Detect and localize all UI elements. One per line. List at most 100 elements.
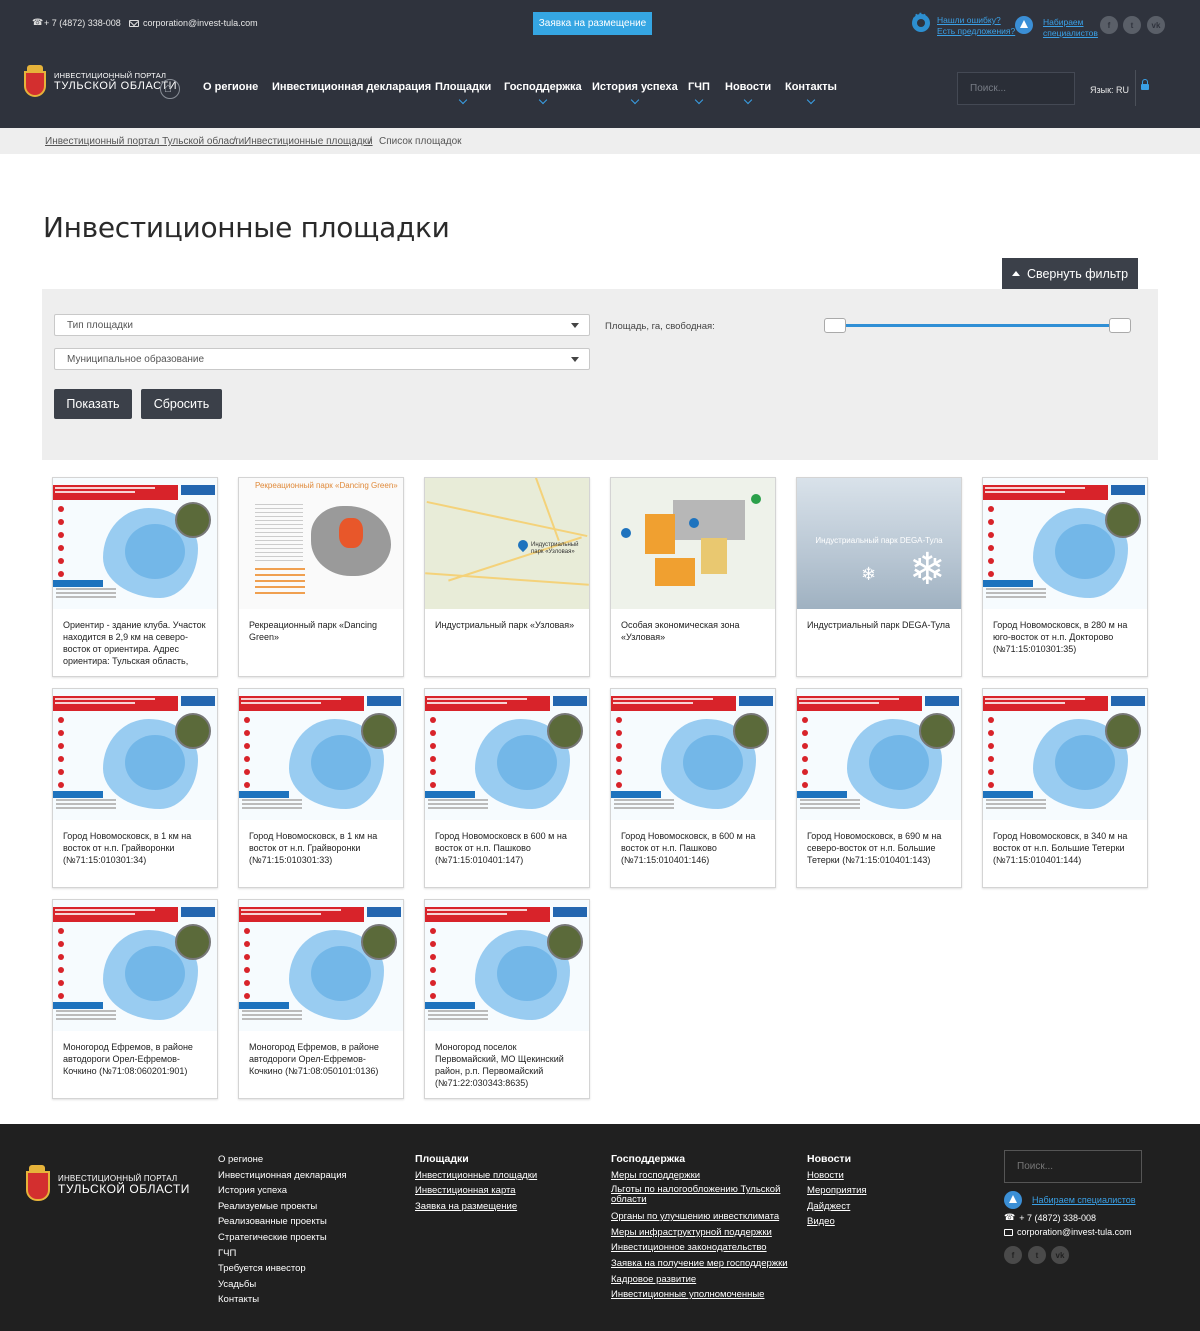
vk-icon[interactable]: vk [1147, 16, 1165, 34]
footer-link[interactable]: Усадьбы [218, 1277, 347, 1293]
facebook-icon[interactable]: f [1100, 16, 1118, 34]
site-card-title[interactable]: Город Новомосковск, в 280 м на юго-восто… [993, 619, 1139, 655]
site-card-title[interactable]: Индустриальный парк «Узловая» [435, 619, 581, 631]
caret-up-icon [1011, 271, 1020, 276]
footer-link[interactable]: Новости [807, 1168, 867, 1184]
footer-link[interactable]: Кадровое развитие [611, 1272, 791, 1288]
footer-link[interactable]: Реализуемые проекты [218, 1199, 347, 1215]
footer-link[interactable]: Инвестиционные уполномоченные [611, 1287, 791, 1303]
site-card[interactable]: Город Новомосковск, в 1 км на восток от … [52, 688, 218, 888]
footer-link[interactable]: Инвестиционная карта [415, 1183, 537, 1199]
area-slider-max-handle[interactable] [1109, 318, 1131, 333]
footer-link[interactable]: Стратегические проекты [218, 1230, 347, 1246]
site-card-title[interactable]: Ориентир - здание клуба. Участок находит… [63, 619, 209, 667]
footer-link[interactable]: Видео [807, 1214, 867, 1230]
footer-link[interactable]: Требуется инвестор [218, 1261, 347, 1277]
lock-icon[interactable] [1141, 79, 1149, 90]
footer-link[interactable]: ГЧП [218, 1246, 347, 1262]
site-card[interactable]: Город Новомосковск в 600 м на восток от … [424, 688, 590, 888]
footer-link[interactable]: Заявка на получение мер господдержки [611, 1256, 791, 1272]
footer-link[interactable]: История успеха [218, 1183, 347, 1199]
municipality-select[interactable]: Муниципальное образование [54, 348, 590, 370]
area-slider-track[interactable] [831, 324, 1121, 327]
footer-specialists-link[interactable]: Набираем специалистов [1004, 1191, 1136, 1209]
site-card-title[interactable]: Город Новомосковск, в 1 км на восток от … [249, 830, 395, 866]
site-card[interactable]: Город Новомосковск, в 1 км на восток от … [238, 688, 404, 888]
footer-link[interactable]: Заявка на размещение [415, 1199, 537, 1215]
site-map-image [983, 689, 1147, 820]
breadcrumb-sites[interactable]: Инвестиционные площадки [244, 136, 373, 147]
top-phone[interactable]: + 7 (4872) 338-008 [32, 17, 121, 29]
site-card[interactable]: Особая экономическая зона «Узловая» [610, 477, 776, 677]
site-card[interactable]: Город Новомосковск, в 280 м на юго-восто… [982, 477, 1148, 677]
site-card-title[interactable]: Особая экономическая зона «Узловая» [621, 619, 767, 643]
footer-link[interactable]: Льготы по налогообложению Тульской облас… [611, 1185, 791, 1205]
language-selector[interactable]: Язык: RU [1090, 85, 1129, 95]
nav-item-support[interactable]: Господдержка [504, 81, 582, 105]
footer-link[interactable]: Меры господдержки [611, 1168, 791, 1184]
nav-item-success[interactable]: История успеха [592, 81, 678, 105]
home-icon[interactable] [160, 79, 180, 99]
nav-item-news[interactable]: Новости [725, 81, 771, 105]
nav-item-region[interactable]: О регионе [203, 81, 258, 93]
nav-item-sites[interactable]: Площадки [435, 81, 491, 105]
footer-link[interactable]: Реализованные проекты [218, 1214, 347, 1230]
site-card[interactable]: Индустриальный парк DEGA-Тула ❄ ❄ Индустриа… [796, 477, 962, 677]
footer-link[interactable]: Мероприятия [807, 1183, 867, 1199]
footer-phone[interactable]: ☎ + 7 (4872) 338-008 [1004, 1212, 1096, 1223]
site-card-title[interactable]: Город Новомосковск, в 690 м на северо-во… [807, 830, 953, 866]
site-card-title[interactable]: Моногород Ефремов, в районе автодороги О… [63, 1041, 209, 1077]
facebook-icon[interactable]: f [1004, 1246, 1022, 1264]
site-card-title[interactable]: Город Новомосковск, в 340 м на восток от… [993, 830, 1139, 866]
show-button[interactable]: Показать [54, 389, 132, 419]
collapse-filter-button[interactable]: Свернуть фильтр [1002, 258, 1138, 289]
site-logo[interactable]: ИНВЕСТИЦИОННЫЙ ПОРТАЛ ТУЛЬСКОЙ ОБЛАСТИ [22, 64, 177, 98]
site-map-image [425, 900, 589, 1031]
specialists-link[interactable]: Набираем специалистов [1043, 17, 1098, 39]
site-card-title[interactable]: Моногород поселок Первомайский, МО Щекин… [435, 1041, 581, 1089]
apply-placement-button[interactable]: Заявка на размещение [533, 12, 652, 35]
site-card[interactable]: Индустриальный парк «Узловая» Индустриаль… [424, 477, 590, 677]
footer-link[interactable]: Меры инфраструктурной поддержки [611, 1225, 791, 1241]
vk-icon[interactable]: vk [1051, 1246, 1069, 1264]
site-card-title[interactable]: Индустриальный парк DEGA-Тула [807, 619, 953, 631]
specialists-icon[interactable] [1015, 16, 1033, 34]
footer-link[interactable]: Контакты [218, 1292, 347, 1308]
breadcrumb-home[interactable]: Инвестиционный портал Тульской области [45, 136, 244, 147]
twitter-icon[interactable]: t [1028, 1246, 1046, 1264]
footer-search-input[interactable]: Поиск... [1004, 1150, 1142, 1183]
site-card[interactable]: Рекреационный парк «Dancing Green» Рекреа… [238, 477, 404, 677]
nav-item-declaration[interactable]: Инвестиционная декларация [272, 81, 431, 93]
site-card[interactable]: Моногород Ефремов, в районе автодороги О… [238, 899, 404, 1099]
footer-link[interactable]: Инвестиционная декларация [218, 1168, 347, 1184]
reset-button[interactable]: Сбросить [141, 389, 222, 419]
footer-link[interactable]: Инвестиционные площадки [415, 1168, 537, 1184]
area-slider-min-handle[interactable] [824, 318, 846, 333]
site-card[interactable]: Город Новомосковск, в 690 м на северо-во… [796, 688, 962, 888]
site-card[interactable]: Моногород Ефремов, в районе автодороги О… [52, 899, 218, 1099]
gear-icon[interactable] [911, 9, 930, 34]
header-search-input[interactable]: Поиск... [957, 72, 1075, 105]
twitter-icon[interactable]: t [1123, 16, 1141, 34]
caret-down-icon [571, 357, 579, 362]
site-type-select[interactable]: Тип площадки [54, 314, 590, 336]
footer-logo[interactable]: ИНВЕСТИЦИОННЫЙ ПОРТАЛ ТУЛЬСКОЙ ОБЛАСТИ [22, 1164, 190, 1204]
footer-link[interactable]: Органы по улучшению инвестклимата [611, 1209, 791, 1225]
site-card[interactable]: Ориентир - здание клуба. Участок находит… [52, 477, 218, 677]
footer-link[interactable]: О регионе [218, 1152, 347, 1168]
footer-link[interactable]: Дайджест [807, 1199, 867, 1215]
nav-item-contacts[interactable]: Контакты [785, 81, 837, 105]
site-card-title[interactable]: Рекреационный парк «Dancing Green» [249, 619, 395, 643]
report-error-link[interactable]: Нашли ошибку? Есть предложения? [937, 15, 1015, 37]
top-email[interactable]: corporation@invest-tula.com [129, 18, 258, 28]
site-card-title[interactable]: Город Новомосковск в 600 м на восток от … [435, 830, 581, 866]
site-card-title[interactable]: Город Новомосковск, в 600 м на восток от… [621, 830, 767, 866]
footer-email[interactable]: corporation@invest-tula.com [1004, 1227, 1132, 1237]
nav-item-ppp[interactable]: ГЧП [688, 81, 710, 105]
site-card-title[interactable]: Моногород Ефремов, в районе автодороги О… [249, 1041, 395, 1077]
site-card-title[interactable]: Город Новомосковск, в 1 км на восток от … [63, 830, 209, 866]
footer-link[interactable]: Инвестиционное законодательство [611, 1240, 791, 1256]
site-card[interactable]: Город Новомосковск, в 340 м на восток от… [982, 688, 1148, 888]
site-card[interactable]: Моногород поселок Первомайский, МО Щекин… [424, 899, 590, 1099]
site-card[interactable]: Город Новомосковск, в 600 м на восток от… [610, 688, 776, 888]
